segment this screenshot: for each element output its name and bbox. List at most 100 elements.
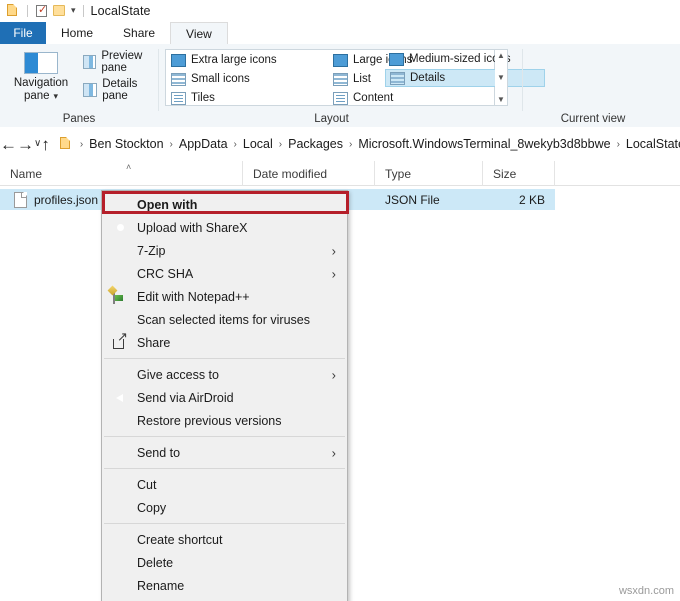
- context-menu[interactable]: Open with Upload with ShareX 7-Zip › CRC…: [101, 190, 349, 601]
- layout-small-icons[interactable]: Small icons: [167, 70, 327, 88]
- menu-item-send-to[interactable]: Send to ›: [102, 441, 347, 464]
- column-header-type[interactable]: Type: [375, 161, 483, 186]
- layout-label: Details: [410, 72, 446, 84]
- menu-item-upload-with-sharex[interactable]: Upload with ShareX: [102, 216, 347, 239]
- up-button[interactable]: ↑: [41, 131, 50, 157]
- file-type-cell: JSON File: [385, 192, 440, 207]
- column-header-row: Name ˄ Date modified Type Size: [0, 161, 680, 186]
- menu-item-give-access-to[interactable]: Give access to ›: [102, 363, 347, 386]
- menu-item-edit-with-notepadpp[interactable]: Edit with Notepad++: [102, 285, 347, 308]
- breadcrumb-windowsterminal-package[interactable]: Microsoft.WindowsTerminal_8wekyb3d8bbwe: [356, 137, 612, 151]
- window-folder-icon: [4, 3, 21, 19]
- breadcrumb-separator: ›: [616, 138, 620, 150]
- sort-ascending-icon: ˄: [126, 162, 132, 172]
- menu-item-crc-sha[interactable]: CRC SHA ›: [102, 262, 347, 285]
- menu-item-copy[interactable]: Copy: [102, 496, 347, 519]
- ribbon-group-layout: Extra large icons Large icons Small icon…: [159, 44, 545, 127]
- ribbon-group-panes-label: Panes: [62, 113, 96, 125]
- recent-locations-button[interactable]: ∨: [34, 131, 41, 157]
- tab-view[interactable]: View: [170, 22, 228, 44]
- breadcrumb-appdata[interactable]: AppData: [177, 137, 230, 151]
- address-bar: ← → ∨ ↑ › Ben Stockton › AppData › Local…: [0, 127, 680, 161]
- details-pane-label: Details pane: [102, 77, 138, 102]
- layout-details[interactable]: Details: [385, 69, 545, 87]
- breadcrumb-ben-stockton[interactable]: Ben Stockton: [87, 137, 165, 151]
- menu-item-rename[interactable]: Rename: [102, 574, 347, 597]
- address-path-box[interactable]: › Ben Stockton › AppData › Local › Packa…: [53, 132, 680, 156]
- menu-item-label: Open with: [137, 197, 198, 212]
- menu-separator: [104, 358, 345, 359]
- ribbon-group-current-view: ↕ Sort by▾ Group by ▾ Add columns ▾: [523, 44, 680, 127]
- airdroid-icon: [113, 390, 129, 406]
- layout-label: List: [353, 73, 371, 85]
- file-explorer-window: ▾ LocalState File Home Share View Naviga…: [0, 0, 680, 601]
- tab-file[interactable]: File: [0, 22, 46, 44]
- menu-item-send-via-airdroid[interactable]: Send via AirDroid: [102, 386, 347, 409]
- tab-share[interactable]: Share: [108, 22, 170, 44]
- navigation-pane-icon: [24, 52, 58, 74]
- menu-item-scan-for-viruses[interactable]: Scan selected items for viruses: [102, 308, 347, 331]
- qat-separator-1: [27, 5, 28, 17]
- menu-item-label: 7-Zip: [137, 243, 166, 258]
- file-name-cell: profiles.json: [34, 192, 99, 207]
- window-title: LocalState: [90, 4, 151, 18]
- preview-pane-button[interactable]: Preview pane: [83, 49, 158, 74]
- layout-content[interactable]: Content: [329, 89, 494, 107]
- menu-item-label: Create shortcut: [137, 532, 223, 547]
- layout-label: Content: [353, 92, 394, 104]
- scroll-up-icon[interactable]: ▲: [497, 51, 505, 60]
- ribbon-group-current-view-label: Current view: [560, 113, 626, 125]
- breadcrumb-separator: ›: [278, 138, 283, 150]
- gallery-expand-icon[interactable]: ▼: [497, 95, 505, 104]
- layout-medium-sized-icons[interactable]: Medium-sized icons: [385, 50, 545, 68]
- menu-item-label: Send via AirDroid: [137, 390, 234, 405]
- forward-button[interactable]: →: [17, 131, 34, 157]
- menu-item-7-zip[interactable]: 7-Zip ›: [102, 239, 347, 262]
- menu-item-share[interactable]: Share: [102, 331, 347, 354]
- menu-item-open-with[interactable]: Open with: [102, 193, 347, 216]
- properties-icon[interactable]: [33, 3, 50, 19]
- ribbon-view-panel: Navigation pane ▾ Preview pane Details pa…: [0, 44, 680, 127]
- notepadpp-icon: [113, 287, 129, 305]
- menu-item-cut[interactable]: Cut: [102, 473, 347, 496]
- chevron-down-icon[interactable]: ▾: [54, 91, 59, 101]
- menu-separator: [104, 468, 345, 469]
- layout-extra-large-icons[interactable]: Extra large icons: [167, 51, 327, 69]
- column-header-name[interactable]: Name ˄: [0, 161, 243, 186]
- menu-item-label: Copy: [137, 500, 167, 515]
- breadcrumb-separator: ›: [79, 138, 84, 150]
- column-header-size[interactable]: Size: [483, 161, 555, 186]
- scroll-down-icon[interactable]: ▼: [497, 73, 505, 82]
- menu-item-label: Restore previous versions: [137, 413, 282, 428]
- new-folder-icon[interactable]: [51, 3, 68, 19]
- layout-tiles[interactable]: Tiles: [167, 89, 327, 107]
- chevron-right-icon: ›: [331, 367, 336, 382]
- column-header-date-modified[interactable]: Date modified: [243, 161, 375, 186]
- breadcrumb-separator: ›: [169, 138, 173, 150]
- menu-item-restore-previous-versions[interactable]: Restore previous versions: [102, 409, 347, 432]
- menu-item-delete[interactable]: Delete: [102, 551, 347, 574]
- layout-gallery-scrollbar[interactable]: ▲ ▼ ▼: [495, 49, 508, 106]
- ribbon-group-panes: Navigation pane ▾ Preview pane Details pa…: [0, 44, 158, 127]
- menu-item-label: Cut: [137, 477, 157, 492]
- tab-home[interactable]: Home: [46, 22, 108, 44]
- details-pane-button[interactable]: Details pane: [83, 77, 158, 102]
- json-file-icon: [14, 191, 27, 208]
- column-header-name-label: Name: [10, 166, 43, 181]
- menu-item-label: Give access to: [137, 367, 219, 382]
- navigation-pane-button[interactable]: Navigation pane ▾: [8, 49, 74, 111]
- chevron-right-icon: ›: [331, 266, 336, 281]
- chevron-down-icon[interactable]: ▾: [71, 5, 76, 15]
- breadcrumb-packages[interactable]: Packages: [286, 137, 345, 151]
- breadcrumb-localstate[interactable]: LocalState: [624, 137, 680, 151]
- menu-item-label: Rename: [137, 578, 185, 593]
- layout-label: Extra large icons: [191, 54, 277, 66]
- menu-item-label: Share: [137, 335, 171, 350]
- qat-separator-2: [82, 5, 84, 17]
- breadcrumb-local[interactable]: Local: [241, 137, 275, 151]
- chevron-right-icon: ›: [331, 243, 336, 258]
- menu-item-label: Send to: [137, 445, 181, 460]
- back-button[interactable]: ←: [0, 131, 17, 157]
- preview-pane-label: Preview pane: [101, 49, 143, 74]
- menu-item-create-shortcut[interactable]: Create shortcut: [102, 528, 347, 551]
